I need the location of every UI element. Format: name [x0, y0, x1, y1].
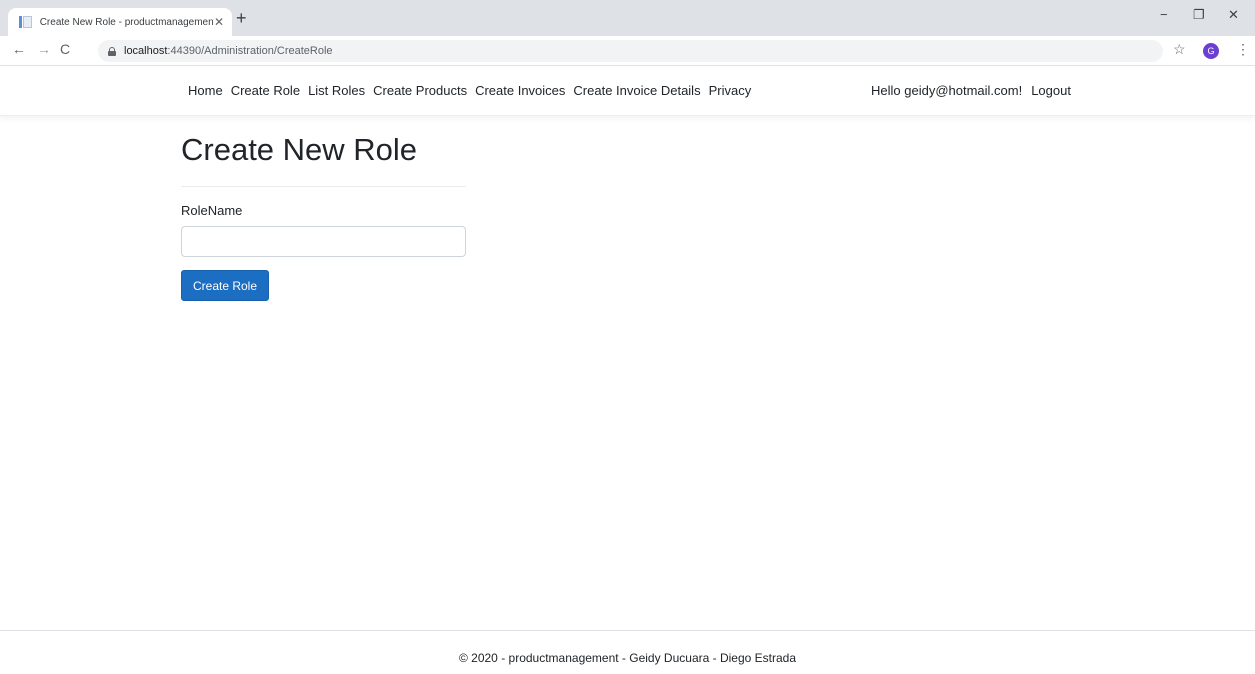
divider — [181, 186, 466, 187]
tab-title: Create New Role - productmanagement — [39, 16, 214, 28]
url-path: :44390/Administration/CreateRole — [167, 45, 333, 57]
nav-links: Home Create Role List Roles Create Produ… — [188, 83, 759, 98]
nav-link-create-invoices[interactable]: Create Invoices — [475, 83, 565, 98]
new-tab-icon[interactable]: + — [236, 9, 247, 27]
nav-link-create-role[interactable]: Create Role — [231, 83, 300, 98]
close-window-icon[interactable]: ✕ — [1228, 8, 1239, 21]
nav-link-privacy[interactable]: Privacy — [709, 83, 752, 98]
nav-link-home[interactable]: Home — [188, 83, 223, 98]
browser-tab[interactable]: Create New Role - productmanagement ✕ — [8, 8, 232, 36]
address-bar[interactable]: localhost:44390/Administration/CreateRol… — [98, 40, 1163, 62]
user-greeting-link[interactable]: Hello geidy@hotmail.com! — [871, 83, 1022, 98]
nav-link-create-invoice-details[interactable]: Create Invoice Details — [573, 83, 700, 98]
footer-text: © 2020 - productmanagement - Geidy Ducua… — [458, 651, 796, 665]
tab-close-icon[interactable]: ✕ — [214, 16, 224, 28]
nav-link-create-products[interactable]: Create Products — [373, 83, 467, 98]
role-name-label: RoleName — [181, 203, 243, 218]
back-arrow-icon[interactable]: ← — [12, 42, 26, 56]
nav-link-list-roles[interactable]: List Roles — [308, 83, 365, 98]
page-favicon-icon — [18, 15, 32, 29]
lock-icon[interactable] — [108, 46, 116, 56]
create-role-button[interactable]: Create Role — [181, 270, 269, 301]
url-host: localhost — [124, 45, 168, 57]
maximize-icon[interactable]: ❐ — [1193, 8, 1205, 21]
menu-icon[interactable]: ⋮ — [1236, 42, 1250, 56]
role-name-input[interactable] — [181, 226, 466, 257]
star-icon[interactable]: ☆ — [1173, 42, 1186, 56]
browser-titlebar: Create New Role - productmanagement ✕ + … — [0, 0, 1255, 36]
reload-icon[interactable]: C — [60, 42, 70, 56]
page-title: Create New Role — [181, 132, 418, 167]
minimize-icon[interactable]: − — [1160, 8, 1168, 21]
footer-divider — [0, 630, 1255, 631]
nav-user: Hello geidy@hotmail.com! Logout — [871, 83, 1080, 98]
profile-avatar[interactable]: G — [1203, 43, 1219, 59]
browser-toolbar: ← → C localhost:44390/Administration/Cre… — [0, 36, 1255, 66]
forward-arrow-icon[interactable]: → — [37, 42, 51, 56]
site-navbar: Home Create Role List Roles Create Produ… — [0, 67, 1255, 116]
logout-link[interactable]: Logout — [1031, 83, 1071, 98]
